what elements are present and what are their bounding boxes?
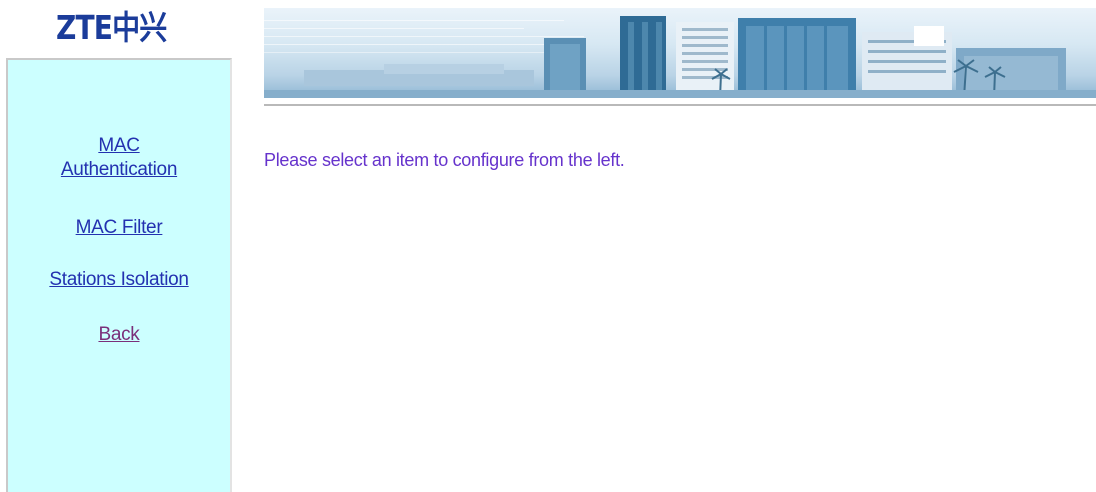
back-link[interactable]: Back bbox=[8, 323, 230, 347]
nav-item-mac-authentication: MAC Authentication bbox=[8, 134, 230, 182]
mac-authentication-link[interactable]: MAC Authentication bbox=[44, 134, 194, 182]
page: ZTE中兴 MAC Authentication MAC Filter Stat… bbox=[0, 0, 1096, 492]
header-divider bbox=[264, 104, 1096, 106]
instruction-message: Please select an item to configure from … bbox=[264, 150, 625, 170]
nav-item-stations-isolation: Stations Isolation bbox=[8, 268, 230, 292]
stations-isolation-link[interactable]: Stations Isolation bbox=[8, 268, 230, 292]
nav-item-back: Back bbox=[8, 323, 230, 347]
zte-logo: ZTE中兴 bbox=[56, 8, 167, 47]
mac-filter-link[interactable]: MAC Filter bbox=[8, 216, 230, 240]
nav-item-mac-filter: MAC Filter bbox=[8, 216, 230, 240]
sidebar: MAC Authentication MAC Filter Stations I… bbox=[6, 58, 232, 492]
building-banner-image bbox=[264, 8, 1096, 98]
